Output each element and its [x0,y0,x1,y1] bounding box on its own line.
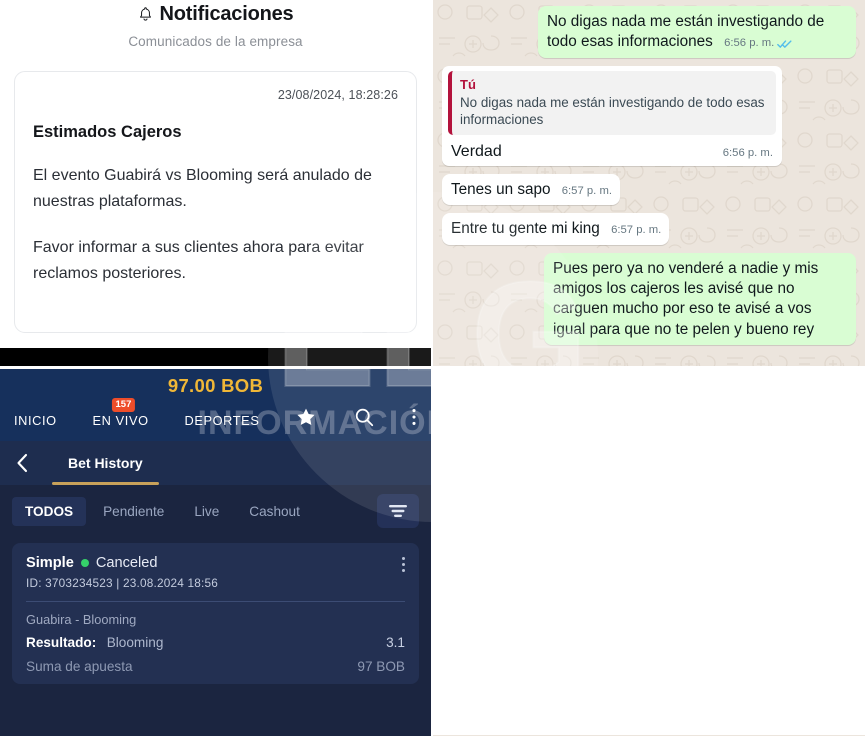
kebab-dot [402,563,405,566]
nav-label: INICIO [14,413,57,428]
tab-label: TODOS [25,503,74,519]
tab-label: Cashout [249,503,300,519]
search-icon [355,408,374,427]
bet-card[interactable]: Simple Canceled ID: 3703234523 | 23.08.2… [12,543,419,684]
tab-label: Pendiente [103,503,165,519]
kebab-menu-icon [412,409,416,425]
bet-id-and-date: ID: 3703234523 | 23.08.2024 18:56 [26,576,219,590]
nav-item-deportes[interactable]: DEPORTES [184,413,259,428]
screen-black-bar [0,348,431,366]
tab-todos[interactable]: TODOS [12,496,87,526]
page-title: Notificaciones [0,3,431,26]
status-dot-icon [80,559,89,567]
message-time: 6:57 p. m. [611,224,662,237]
bet-card-menu-button[interactable] [402,557,405,572]
screenshot-collage: Notificaciones Comunicados de la empresa… [0,0,865,736]
quoted-text: No digas nada me están investigando de t… [460,94,765,128]
nav-label: EN VIVO [92,413,149,428]
nav-item-inicio[interactable]: INICIO [14,413,57,428]
quoted-author: Tú [460,76,476,92]
chevron-left-icon [16,453,27,473]
tab-label: Live [194,503,220,519]
message-time: 6:56 p. m. [722,146,773,159]
chat-bubble-incoming-reply[interactable]: Tú No digas nada me están investigando d… [442,65,782,167]
message-text: Pues pero ya no venderé a nadie y mis am… [553,259,819,338]
notifications-header: Notificaciones Comunicados de la empresa [0,0,431,49]
notification-heading: Estimados Cajeros [33,123,182,141]
nav-item-search[interactable] [353,406,375,428]
filter-icon [389,505,407,517]
bet-selection-row: Resultado: Blooming 3.1 [26,634,405,652]
nav-label: DEPORTES [184,413,260,428]
quoted-message[interactable]: Tú No digas nada me están investigando d… [448,70,776,135]
reply-body: Verdad 6:56 p. m. [448,139,776,162]
main-navigation[interactable]: INICIO 157 EN VIVO DEPORTES [0,398,431,441]
chat-row: Pues pero ya no venderé a nadie y mis am… [442,252,856,346]
chat-bubble-outgoing[interactable]: No digas nada me están investigando de t… [538,6,856,58]
chat-row: No digas nada me están investigando de t… [442,6,856,58]
tab-cashout[interactable]: Cashout [236,497,313,526]
chat-bubble-outgoing[interactable]: Pues pero ya no venderé a nadie y mis am… [544,252,856,346]
result-value: Blooming [106,635,164,650]
notifications-panel: Notificaciones Comunicados de la empresa… [0,0,431,366]
bell-icon [139,7,151,21]
chat-bubble-incoming[interactable]: Tenes un sapo 6:57 p. m. [442,174,621,206]
result-label: Resultado: [26,635,97,650]
nav-item-more[interactable] [411,406,417,428]
bet-card-header: Simple Canceled [26,555,405,571]
message-text: Verdad [451,142,502,160]
chat-row: Tú No digas nada me están investigando d… [442,65,856,167]
star-icon [297,408,315,426]
chat-bubble-incoming[interactable]: Entre tu gente mi king 6:57 p. m. [442,213,670,245]
chat-row: Entre tu gente mi king 6:57 p. m. [442,213,856,245]
divider [26,601,405,602]
notification-paragraph-2: Favor informar a sus clientes ahora para… [33,238,364,282]
bet-history-title: Bet History [68,455,143,471]
bet-stake-row: Suma de apuesta 97 BOB [26,659,405,674]
betting-app-panel: 97.00 BOB INICIO 157 EN VIVO DEPORTES Be… [0,369,431,736]
notification-timestamp: 23/08/2024, 18:28:26 [277,88,398,102]
kebab-dot [402,557,405,560]
bet-odds: 3.1 [386,635,405,650]
chat-row: Tenes un sapo 6:57 p. m. [442,174,856,206]
notification-card: 23/08/2024, 18:28:26 Estimados Cajeros E… [14,71,417,333]
tab-pendiente[interactable]: Pendiente [90,497,177,526]
back-button[interactable] [0,453,44,473]
message-meta: 6:56 p. m. [724,36,792,51]
notification-paragraph-1: El evento Guabirá vs Blooming será anula… [33,167,372,210]
kebab-dot [402,569,405,572]
page-title-text: Notificaciones [159,3,294,25]
status-badge: Canceled [95,555,158,571]
filter-button[interactable] [377,494,419,528]
tab-live[interactable]: Live [181,497,232,526]
nav-item-en-vivo[interactable]: 157 EN VIVO [92,398,149,428]
bet-type: Simple [26,555,74,571]
double-check-read-icon [777,40,792,48]
bet-history-header: Bet History [0,441,431,485]
account-balance: 97.00 BOB [167,375,264,396]
stake-value: 97 BOB [357,659,405,674]
message-time: 6:56 p. m. [724,37,775,50]
message-text: Tenes un sapo [451,181,551,199]
bet-selection: Resultado: Blooming [26,634,163,652]
app-header: 97.00 BOB INICIO 157 EN VIVO DEPORTES [0,369,431,441]
message-time: 6:57 p. m. [561,185,613,198]
page-subtitle: Comunicados de la empresa [128,34,303,49]
live-count-badge: 157 [111,398,136,412]
bet-filter-tabs[interactable]: TODOS Pendiente Live Cashout [0,485,431,537]
stake-label: Suma de apuesta [26,659,133,674]
whatsapp-chat-top-panel: No digas nada me están investigando de t… [433,0,865,366]
nav-item-favorites[interactable] [295,406,317,428]
chat-message-list-top[interactable]: No digas nada me están investigando de t… [442,6,856,346]
message-text: Entre tu gente mi king [451,220,600,238]
tab-bet-history[interactable]: Bet History [44,441,167,485]
bet-match-name: Guabira - Blooming [26,612,137,627]
